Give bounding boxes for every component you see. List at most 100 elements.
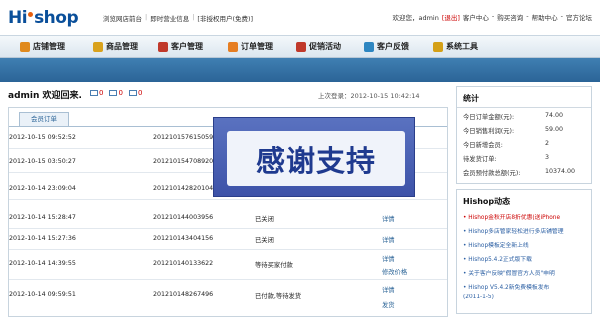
nav-customer-management[interactable]: 客户管理 xyxy=(158,41,203,52)
ship-link[interactable]: 发货 xyxy=(382,300,395,309)
logo-hi: Hi xyxy=(8,8,28,28)
order-time: 2012-10-14 14:39:55 xyxy=(9,260,76,267)
comment-icon xyxy=(128,90,137,96)
stat-value: 2 xyxy=(545,140,550,147)
hishop-logo[interactable]: Hi shop xyxy=(8,8,79,28)
logout-link[interactable]: [退出] xyxy=(442,12,460,22)
news-item[interactable]: • Hishop金秋开店8折优惠(送iPhone xyxy=(463,212,591,221)
order-time: 2012-10-14 23:09:04 xyxy=(9,185,76,192)
nav-system-tools[interactable]: 系统工具 xyxy=(433,41,478,52)
nav-label: 订单管理 xyxy=(241,42,273,51)
order-detail-link[interactable]: 详情 xyxy=(382,285,395,294)
order-icon xyxy=(228,41,238,52)
nav-label: 系统工具 xyxy=(446,42,478,51)
user-bar: 欢迎您，admin [退出] 客户中心 - 购买咨询 - 帮助中心 - 官方论坛 xyxy=(392,12,592,22)
customer-icon xyxy=(158,41,168,52)
order-detail-link[interactable]: 详情 xyxy=(382,235,395,244)
stat-label: 会员预付款总额(元): xyxy=(463,170,521,177)
message-counter[interactable]: 0 xyxy=(90,89,103,97)
nav-label: 商品管理 xyxy=(106,42,138,51)
news-item[interactable]: (2011-1-5) xyxy=(463,294,591,300)
separator: - xyxy=(491,12,495,20)
order-status: 等待买家付款 xyxy=(255,262,293,269)
nav-store-management[interactable]: 店铺管理 xyxy=(20,41,65,52)
store-icon xyxy=(20,41,30,52)
nav-promotions[interactable]: 促销活动 xyxy=(296,41,341,52)
order-number[interactable]: 2012101576150​59 xyxy=(153,134,213,141)
news-item[interactable]: • 关于客户反映"假冒官方人员"申明 xyxy=(463,268,591,277)
news-box: Hishop动态 • Hishop金秋开店8折优惠(送iPhone • Hish… xyxy=(456,189,592,314)
order-time: 2012-10-15 09:52:52 xyxy=(9,134,76,141)
order-detail-link[interactable]: 详情 xyxy=(382,214,395,223)
stats-title: 统计 xyxy=(463,94,479,103)
link-license[interactable]: [非授权用户(免费)] xyxy=(197,13,253,23)
feedback-icon xyxy=(364,41,374,52)
table-row: 2012-10-14 15:28:47 201210144003956 已关闭 … xyxy=(9,208,447,229)
goods-icon xyxy=(93,41,103,52)
banner-inner: 感谢支持 xyxy=(227,131,405,186)
last-login: 上次登录：2012-10-15 10:42:14 xyxy=(318,92,420,100)
message-counter[interactable]: 0 xyxy=(109,89,123,97)
order-number[interactable]: 201210142820104 xyxy=(153,185,213,192)
notice-icon xyxy=(109,90,118,96)
nav-label: 店铺管理 xyxy=(33,42,65,51)
order-time: 2012-10-14 15:28:47 xyxy=(9,214,76,221)
nav-customer-feedback[interactable]: 客户反馈 xyxy=(364,41,409,52)
link-official-forum[interactable]: 官方论坛 xyxy=(566,12,592,22)
count: 0 xyxy=(137,89,143,97)
order-number[interactable]: 201210154708920 xyxy=(153,158,213,165)
order-number[interactable]: 201210144003956 xyxy=(153,214,213,221)
order-time: 2012-10-14 09:59:51 xyxy=(9,291,76,298)
stat-value: 59.00 xyxy=(545,126,564,133)
banner-text: 感谢支持 xyxy=(255,143,376,178)
stat-label: 今日销售利润(元): xyxy=(463,128,515,135)
order-number[interactable]: 201210148267496 xyxy=(153,291,213,298)
promo-icon xyxy=(296,41,306,52)
link-help-center[interactable]: 帮助中心 xyxy=(532,12,558,22)
main-nav: 店铺管理 商品管理 客户管理 订单管理 促销活动 客户反馈 系统工具 xyxy=(0,35,600,58)
order-status: 已关闭 xyxy=(255,237,274,244)
message-counters: 0 0 0 xyxy=(90,89,142,97)
news-item[interactable]: • Hishop5.4.2正式版下载 xyxy=(463,254,591,263)
stat-value: 74.00 xyxy=(545,112,564,119)
news-title: Hishop动态 xyxy=(463,197,511,206)
welcome-user: 欢迎您，admin xyxy=(392,14,439,22)
news-item[interactable]: • Hishop模板定全新上线 xyxy=(463,240,591,249)
stat-label: 今日新增会员: xyxy=(463,142,503,149)
welcome-message: admin 欢迎回来. xyxy=(8,91,82,101)
stats-box: 统计 今日订单金额(元): 74.00 今日销售利润(元): 59.00 今日新… xyxy=(456,86,592,184)
stat-label: 待发货订单: xyxy=(463,156,497,163)
order-number[interactable]: 201210140133622 xyxy=(153,260,213,267)
tab-member-orders[interactable]: 会员订单 xyxy=(19,112,69,126)
news-item[interactable]: • Hishop多店管家轻松进行多店铺管理 xyxy=(463,226,591,235)
order-status: 已关闭 xyxy=(255,216,274,223)
nav-order-management[interactable]: 订单管理 xyxy=(228,41,273,52)
logo-shop: shop xyxy=(34,8,79,28)
news-item[interactable]: • Hishop V5.4.2新免费模板发布 xyxy=(463,282,591,291)
message-counter[interactable]: 0 xyxy=(128,89,143,97)
top-header: Hi shop 浏览网店前台 | 即时营业信息 | [非授权用户(免费)] 欢迎您… xyxy=(0,0,600,35)
order-detail-link[interactable]: 详情 xyxy=(382,254,395,263)
sub-nav-bar xyxy=(0,58,600,82)
stat-value: 10374.00 xyxy=(545,168,576,175)
link-storefront[interactable]: 浏览网店前台 xyxy=(103,13,142,23)
stat-label: 今日订单金额(元): xyxy=(463,114,515,121)
separator: - xyxy=(560,12,563,20)
order-time: 2012-10-15 03:50:27 xyxy=(9,158,76,165)
divider xyxy=(457,107,591,108)
table-row: 2012-10-14 14:39:55 201210140133622 等待买家… xyxy=(9,250,447,280)
mail-icon xyxy=(90,90,98,96)
modify-price-link[interactable]: 修改价格 xyxy=(382,267,407,276)
top-links: 浏览网店前台 | 即时营业信息 | [非授权用户(免费)] xyxy=(103,13,253,23)
table-row: 2012-10-14 09:59:51 201210148267496 已付款,… xyxy=(9,281,447,313)
link-business-info[interactable]: 即时营业信息 xyxy=(150,13,189,23)
nav-label: 客户反馈 xyxy=(377,42,409,51)
nav-label: 促销活动 xyxy=(309,42,341,51)
separator: - xyxy=(526,12,529,20)
link-purchase-consult[interactable]: 购买咨询 xyxy=(497,12,523,22)
table-row: 2012-10-14 15:27:36 201210143404156 已关闭 … xyxy=(9,229,447,250)
link-customer-center[interactable]: 客户中心 xyxy=(463,12,489,22)
order-number[interactable]: 201210143404156 xyxy=(153,235,213,242)
order-time: 2012-10-14 15:27:36 xyxy=(9,235,76,242)
nav-goods-management[interactable]: 商品管理 xyxy=(93,41,138,52)
